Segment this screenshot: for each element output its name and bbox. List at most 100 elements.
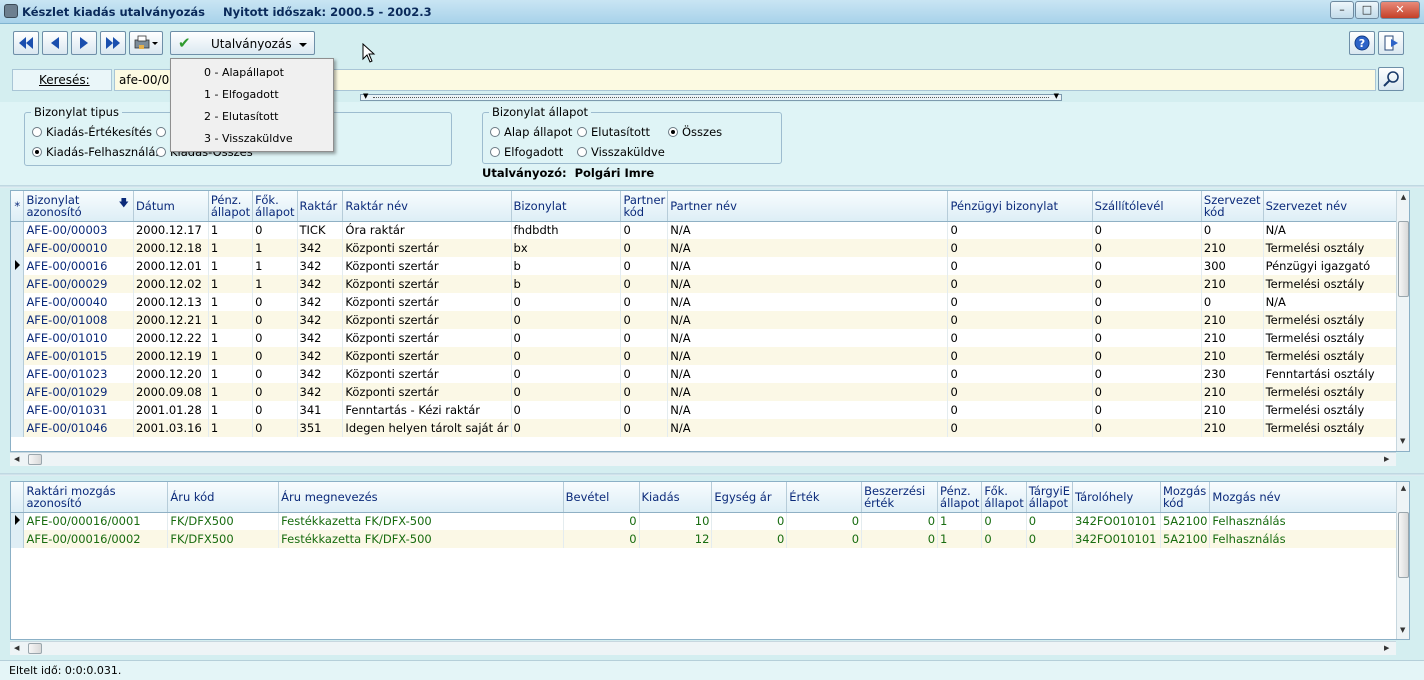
- scroll-right-icon[interactable]: ▶: [1384, 455, 1389, 463]
- documents-col-header[interactable]: Szervezet kód: [1201, 191, 1264, 222]
- scrollbar-thumb[interactable]: [1398, 221, 1409, 297]
- movements-horizontal-scrollbar[interactable]: ◀ ▶: [10, 641, 1396, 655]
- document-row[interactable]: AFE-00/01046 2001.03.16 1 0 351 Idegen helyen…: [11, 419, 1409, 437]
- row-indicator[interactable]: [11, 257, 25, 275]
- document-row[interactable]: AFE-00/00010 2000.12.18 1 1 342 Központi szer…: [11, 239, 1409, 257]
- hscrollbar-thumb[interactable]: [28, 454, 42, 465]
- documents-col-header[interactable]: Raktár név: [342, 191, 512, 222]
- documents-col-header[interactable]: Pénzügyi bizonylat: [947, 191, 1093, 222]
- movements-col-header[interactable]: Raktári mozgás azonosító: [23, 482, 169, 513]
- row-indicator[interactable]: [11, 329, 25, 347]
- maximize-button[interactable]: □: [1355, 1, 1379, 19]
- movements-col-header[interactable]: Egység ár: [711, 482, 788, 513]
- document-id-cell[interactable]: AFE-00/00003: [23, 221, 134, 239]
- document-row[interactable]: AFE-00/00040 2000.12.13 1 0 342 Központi szer…: [11, 293, 1409, 311]
- menu-item-visszakuldve[interactable]: 3 - Visszaküldve: [204, 132, 293, 145]
- documents-vertical-scrollbar[interactable]: ▲ ▼: [1396, 191, 1409, 451]
- documents-col-header[interactable]: Raktár: [297, 191, 344, 222]
- row-indicator[interactable]: [11, 365, 25, 383]
- documents-horizontal-scrollbar[interactable]: ◀ ▶: [10, 452, 1396, 466]
- documents-col-header[interactable]: *: [11, 191, 25, 222]
- document-row[interactable]: AFE-00/01008 2000.12.21 1 0 342 Központi szer…: [11, 311, 1409, 329]
- search-button[interactable]: [1378, 67, 1404, 91]
- document-id-cell[interactable]: AFE-00/01010: [23, 329, 134, 347]
- documents-col-header[interactable]: Szervezet név: [1263, 191, 1409, 222]
- panel-splitter[interactable]: ▼ ▼: [360, 92, 1062, 101]
- status-radio-rejected[interactable]: Elutasított: [577, 125, 650, 139]
- scroll-up-icon[interactable]: ▲: [1397, 193, 1409, 201]
- status-radio-accepted[interactable]: Elfogadott: [490, 145, 563, 159]
- prev-record-button[interactable]: [42, 31, 68, 55]
- utalvanyozas-button[interactable]: ✔ Utalványozás: [170, 31, 315, 55]
- status-radio-all[interactable]: Összes: [668, 125, 722, 139]
- document-id-cell[interactable]: AFE-00/01015: [23, 347, 134, 365]
- movements-col-header[interactable]: Pénz. állapot: [937, 482, 983, 513]
- type-radio-hidden[interactable]: [156, 125, 170, 139]
- movements-col-header[interactable]: Bevétel: [563, 482, 640, 513]
- document-row[interactable]: AFE-00/01031 2001.01.28 1 0 341 Fenntartás - …: [11, 401, 1409, 419]
- document-id-cell[interactable]: AFE-00/01008: [23, 311, 134, 329]
- documents-col-header[interactable]: Fők. állapot: [252, 191, 298, 222]
- movements-col-header[interactable]: Mozgás kód: [1160, 482, 1211, 513]
- sort-down-icon[interactable]: 🡇: [119, 198, 129, 210]
- scroll-left-icon[interactable]: ◀: [14, 644, 19, 652]
- document-id-cell[interactable]: AFE-00/00016: [23, 257, 134, 275]
- document-id-cell[interactable]: AFE-00/00010: [23, 239, 134, 257]
- row-indicator[interactable]: [11, 311, 25, 329]
- document-row[interactable]: AFE-00/00029 2000.12.02 1 1 342 Központi szer…: [11, 275, 1409, 293]
- document-row[interactable]: AFE-00/00016 2000.12.01 1 1 342 Központi szer…: [11, 257, 1409, 275]
- row-indicator[interactable]: [11, 383, 25, 401]
- movements-col-header[interactable]: Áru kód: [167, 482, 280, 513]
- document-row[interactable]: AFE-00/01010 2000.12.22 1 0 342 Központi szer…: [11, 329, 1409, 347]
- close-window-button[interactable]: ✕: [1380, 1, 1420, 19]
- row-indicator[interactable]: [11, 512, 25, 530]
- movements-col-header[interactable]: Tárolóhely: [1072, 482, 1161, 513]
- movements-vertical-scrollbar[interactable]: ▲ ▼: [1396, 482, 1409, 639]
- movements-col-header[interactable]: Kiadás: [639, 482, 713, 513]
- documents-col-header[interactable]: Szállítólevél: [1092, 191, 1202, 222]
- minimize-button[interactable]: –: [1330, 1, 1354, 19]
- document-row[interactable]: AFE-00/01015 2000.12.19 1 0 342 Központi szer…: [11, 347, 1409, 365]
- scroll-down-icon[interactable]: ▼: [1400, 626, 1405, 634]
- row-indicator[interactable]: [11, 275, 25, 293]
- last-record-button[interactable]: [100, 31, 126, 55]
- row-indicator[interactable]: [11, 239, 25, 257]
- documents-col-header[interactable]: Partner kód: [620, 191, 669, 222]
- type-radio-usage[interactable]: Kiadás-Felhasználás: [32, 145, 161, 159]
- app-icon[interactable]: [4, 4, 18, 18]
- menu-item-elfogadott[interactable]: 1 - Elfogadott: [204, 88, 279, 101]
- document-id-cell[interactable]: AFE-00/00040: [23, 293, 134, 311]
- hscrollbar-thumb[interactable]: [28, 643, 42, 654]
- print-button[interactable]: [129, 31, 163, 55]
- document-id-cell[interactable]: AFE-00/01029: [23, 383, 134, 401]
- document-id-cell[interactable]: AFE-00/01031: [23, 401, 134, 419]
- document-id-cell[interactable]: AFE-00/00029: [23, 275, 134, 293]
- movement-row[interactable]: AFE-00/00016/0002 FK/DFX500 Festékkazetta …: [11, 530, 1409, 548]
- document-id-cell[interactable]: AFE-00/01023: [23, 365, 134, 383]
- documents-col-header[interactable]: Partner név: [667, 191, 949, 222]
- documents-col-header[interactable]: Pénz. állapot: [208, 191, 254, 222]
- row-indicator[interactable]: [11, 221, 25, 239]
- exit-button[interactable]: [1378, 31, 1404, 55]
- help-button[interactable]: ?: [1349, 31, 1375, 55]
- scrollbar-thumb[interactable]: [1398, 512, 1409, 578]
- documents-col-header[interactable]: Dátum: [133, 191, 209, 222]
- status-radio-base[interactable]: Alap állapot: [490, 125, 572, 139]
- scroll-up-icon[interactable]: ▲: [1397, 484, 1409, 492]
- documents-col-header[interactable]: Bizonylat: [511, 191, 622, 222]
- menu-item-alapallapot[interactable]: 0 - Alapállapot: [204, 66, 284, 79]
- row-indicator[interactable]: [11, 530, 25, 548]
- scroll-down-icon[interactable]: ▼: [1400, 437, 1405, 445]
- movements-col-header[interactable]: Áru megnevezés: [278, 482, 564, 513]
- menu-item-elutasitott[interactable]: 2 - Elutasított: [204, 110, 278, 123]
- next-record-button[interactable]: [71, 31, 97, 55]
- status-radio-returned[interactable]: Visszaküldve: [577, 145, 665, 159]
- movements-col-header[interactable]: Mozgás név: [1209, 482, 1409, 513]
- row-indicator[interactable]: [11, 293, 25, 311]
- movements-col-header[interactable]: [11, 482, 25, 513]
- document-row[interactable]: AFE-00/01029 2000.09.08 1 0 342 Központi szer…: [11, 383, 1409, 401]
- movement-row[interactable]: AFE-00/00016/0001 FK/DFX500 Festékkazetta …: [11, 512, 1409, 530]
- type-radio-sales[interactable]: Kiadás-Értékesítés: [32, 125, 152, 139]
- movements-col-header[interactable]: Beszerzési érték: [861, 482, 939, 513]
- row-indicator[interactable]: [11, 419, 25, 437]
